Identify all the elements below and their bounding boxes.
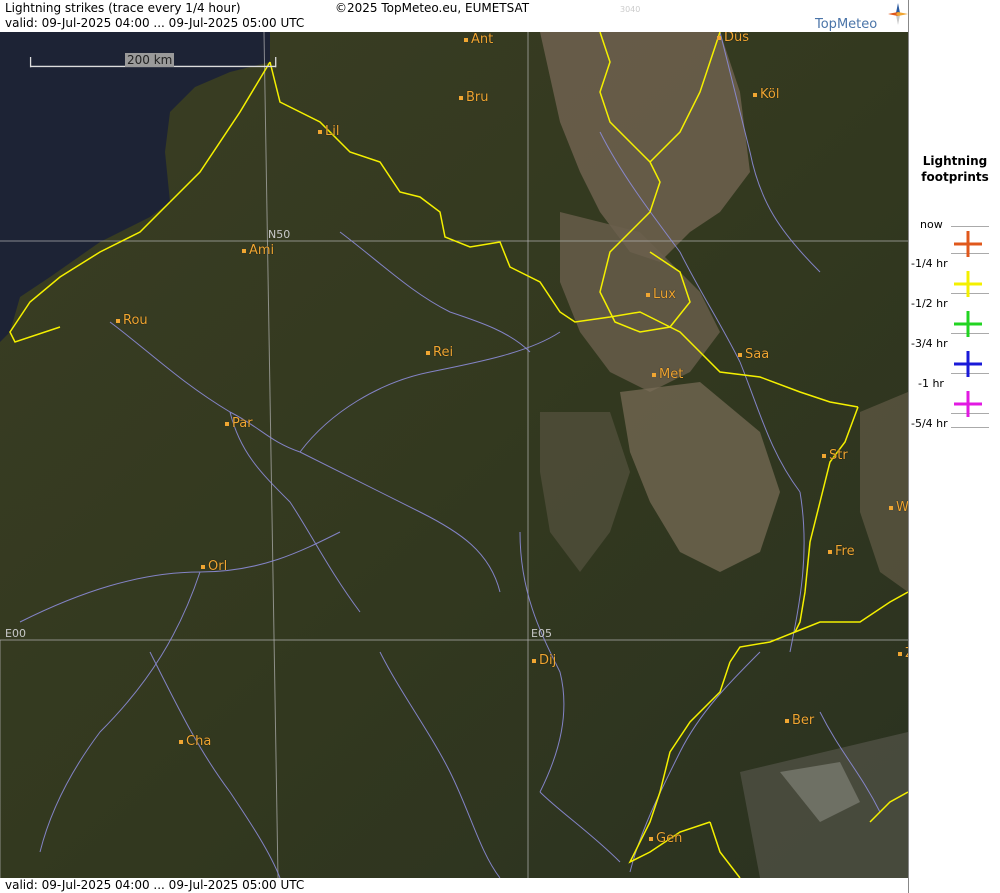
- cross-marker-icon: [954, 351, 982, 377]
- grid-label-e00: E00: [5, 627, 26, 640]
- city-label: Par: [225, 416, 253, 431]
- city-label: Saa: [738, 347, 769, 362]
- footer-valid-time: valid: 09-Jul-2025 04:00 ... 09-Jul-2025…: [5, 878, 305, 892]
- city-label: Z: [898, 646, 908, 661]
- city-label: Rou: [116, 313, 148, 328]
- city-label: Lux: [646, 287, 676, 302]
- copyright: ©2025 TopMeteo.eu, EUMETSAT: [335, 1, 530, 15]
- logo-text: TopMeteo: [815, 17, 878, 32]
- city-label: Met: [652, 367, 683, 382]
- city-label: Str: [822, 448, 848, 463]
- city-label: Ant: [464, 32, 493, 47]
- product-code: 3040: [620, 5, 641, 14]
- grid-label-n50: N50: [268, 228, 291, 241]
- footer: valid: 09-Jul-2025 04:00 ... 09-Jul-2025…: [0, 878, 908, 893]
- grid-label-e05: E05: [531, 627, 552, 640]
- cross-marker-icon: [954, 311, 982, 337]
- city-label: Ber: [785, 713, 814, 728]
- cross-marker-icon: [954, 391, 982, 417]
- city-label: Düs: [717, 32, 749, 45]
- scale-label: 200 km: [125, 53, 175, 67]
- city-label: Gen: [649, 831, 682, 846]
- city-label: Lil: [318, 124, 339, 139]
- topmeteo-logo[interactable]: TopMeteo: [815, 3, 908, 32]
- cross-marker-icon: [954, 231, 982, 257]
- legend-item: -5/4 hr: [909, 391, 1000, 457]
- city-label: Bru: [459, 90, 489, 105]
- city-label: Dij: [532, 653, 556, 668]
- city-label: W: [889, 500, 908, 515]
- city-label: Ami: [242, 243, 274, 258]
- legend-panel: Lightning footprints now -1/4 hr -1/2 hr…: [908, 0, 1000, 893]
- cross-marker-icon: [954, 271, 982, 297]
- city-label: Rei: [426, 345, 453, 360]
- map-title: Lightning strikes (trace every 1/4 hour): [5, 1, 241, 15]
- city-label: Cha: [179, 734, 211, 749]
- satellite-map[interactable]: N50 E00 E05 Ant Düs Köl Bru Lil Ami Rou …: [0, 32, 908, 878]
- compass-icon: [888, 3, 908, 25]
- city-label: Köl: [753, 87, 779, 102]
- header: Lightning strikes (trace every 1/4 hour)…: [0, 0, 908, 32]
- legend-title: Lightning footprints: [921, 154, 989, 184]
- city-label: Orl: [201, 559, 227, 574]
- valid-time: valid: 09-Jul-2025 04:00 ... 09-Jul-2025…: [5, 16, 305, 30]
- map-canvas: [0, 32, 908, 878]
- city-label: Fre: [828, 544, 855, 559]
